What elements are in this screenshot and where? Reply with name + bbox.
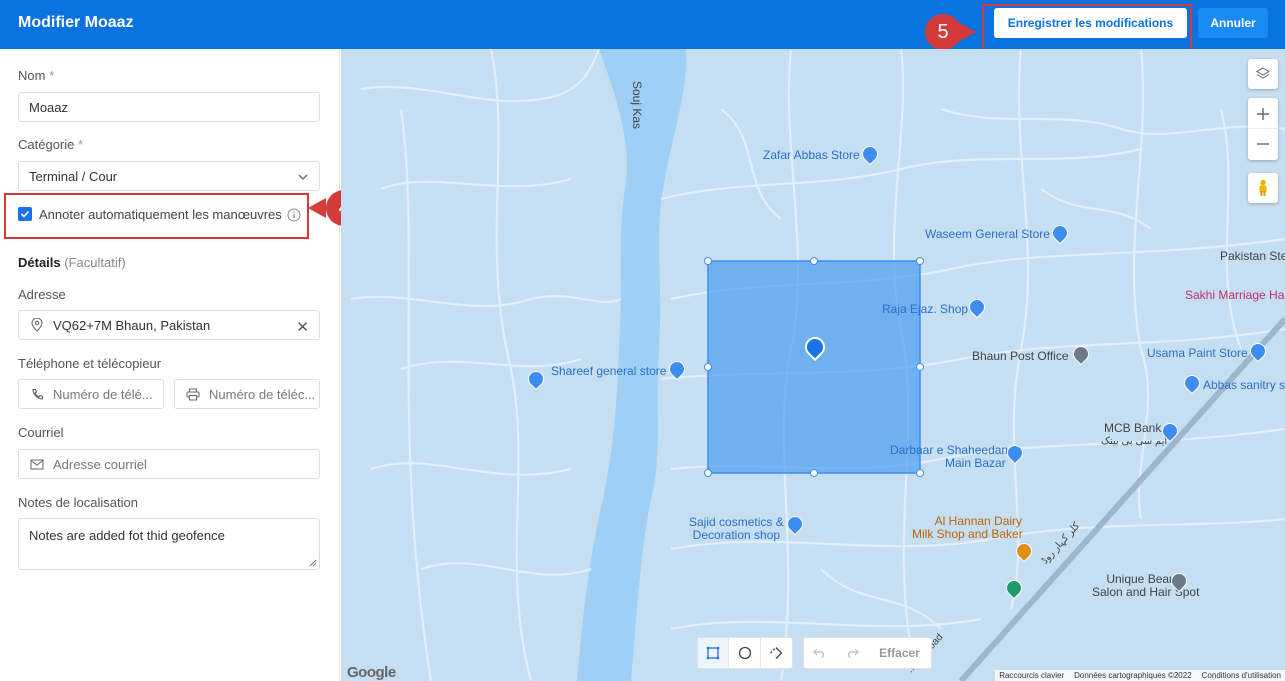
place-sajid-cosmetics[interactable]: Sajid cosmetics & Decoration shop [689,516,784,542]
edit-tools: Effacer [803,637,932,669]
page-title: Modifier Moaaz [18,14,134,31]
zoom-out-button[interactable] [1248,129,1278,159]
redo-button[interactable] [836,638,868,668]
clear-drawing-button[interactable]: Effacer [868,646,931,660]
category-select[interactable]: Terminal / Cour [18,161,320,191]
minus-icon [1257,143,1269,145]
keyboard-shortcuts-link[interactable]: Raccourcis clavier [999,671,1064,680]
place-shareef-general-store[interactable]: Shareef general store [551,365,666,378]
undo-icon [813,648,824,659]
phone-input[interactable]: Numéro de télé... [18,379,164,409]
details-heading: Détails (Facultatif) [18,255,126,270]
cancel-button[interactable]: Annuler [1198,8,1268,38]
highlight-save-button [982,4,1192,52]
map-canvas[interactable]: Souj Kas Zafar Abbas Store Waseem Genera… [341,49,1285,681]
drawing-tools [697,637,793,669]
place-raja-ejaz-shop[interactable]: Raja Ejaz. Shop [882,303,968,316]
email-placeholder: Adresse courriel [53,456,147,472]
draw-polygon-tool[interactable] [761,638,792,668]
phone-placeholder: Numéro de télé... [53,386,153,402]
chevron-down-icon [298,174,308,180]
rectangle-icon [706,646,720,660]
email-label: Courriel [18,425,64,440]
location-pin-icon [29,317,45,333]
address-value: VQ62+7M Bhaun, Pakistan [53,317,211,333]
zoom-controls [1248,98,1278,160]
map-attribution: Raccourcis clavier Données cartographiqu… [995,670,1285,681]
notes-value: Notes are added fot thid geofence [29,528,225,543]
callout-pointer [958,22,976,42]
draw-rectangle-tool[interactable] [698,638,730,668]
place-souj-kas: Souj Kas [630,81,644,130]
plus-icon [1257,107,1269,120]
polygon-icon [770,647,783,659]
address-label: Adresse [18,287,66,302]
place-waseem-general-store[interactable]: Waseem General Store [925,228,1050,241]
place-mcb-bank-urdu: ایم سی بی بینک [1101,436,1168,447]
category-label: Catégorie * [18,137,84,152]
google-logo: Google [347,664,396,681]
map-data-credit: Données cartographiques ©2022 [1074,671,1192,680]
notes-textarea[interactable]: Notes are added fot thid geofence [18,518,320,570]
resize-handle-icon[interactable] [309,559,317,567]
name-label: Nom * [18,68,55,83]
pegman-icon [1259,179,1267,196]
redo-icon [848,648,859,659]
name-input[interactable]: Moaaz [18,92,320,122]
category-value: Terminal / Cour [29,168,118,184]
terms-link[interactable]: Conditions d'utilisation [1202,671,1281,680]
highlight-auto-annotate [4,193,309,239]
printer-icon [185,386,201,402]
place-usama-paint-store[interactable]: Usama Paint Store [1147,347,1248,360]
draw-circle-tool[interactable] [729,638,761,668]
place-pakistan-ste[interactable]: Pakistan Ste [1220,250,1285,263]
place-sakhi-marriage-hall[interactable]: Sakhi Marriage Hal [1185,289,1285,302]
layers-button[interactable] [1248,59,1278,89]
place-al-hannan-dairy[interactable]: Al Hannan Dairy Milk Shop and Baker [912,515,1023,541]
fax-input[interactable]: Numéro de téléc... [174,379,320,409]
circle-icon [738,646,751,660]
name-value: Moaaz [29,99,69,115]
clear-address-icon[interactable]: ✕ [296,318,309,336]
place-darbaar-e-shaheedan[interactable]: Darbaar e Shaheedan Main Bazar [890,444,1008,470]
fax-placeholder: Numéro de téléc... [209,386,316,402]
email-input[interactable]: Adresse courriel [18,449,320,479]
notes-label: Notes de localisation [18,495,138,510]
undo-button[interactable] [804,638,836,668]
phone-fax-label: Téléphone et télécopieur [18,356,162,371]
mail-icon [29,456,45,472]
callout-5: 5 [918,14,984,50]
phone-icon [29,386,45,402]
layers-icon [1256,67,1270,79]
place-mcb-bank[interactable]: MCB Bank [1104,422,1161,435]
address-input[interactable]: VQ62+7M Bhaun, Pakistan ✕ [18,310,320,340]
street-view-button[interactable] [1248,173,1278,203]
edit-form-panel: Nom * Moaaz Catégorie * Terminal / Cour … [0,49,340,681]
place-zafar-abbas-store[interactable]: Zafar Abbas Store [763,149,860,162]
callout-pointer [308,198,326,218]
zoom-in-button[interactable] [1248,99,1278,129]
place-bhaun-post-office[interactable]: Bhaun Post Office [972,350,1069,363]
place-abbas-sanitry[interactable]: Abbas sanitry s [1203,379,1285,392]
callout-number: 5 [925,14,961,50]
